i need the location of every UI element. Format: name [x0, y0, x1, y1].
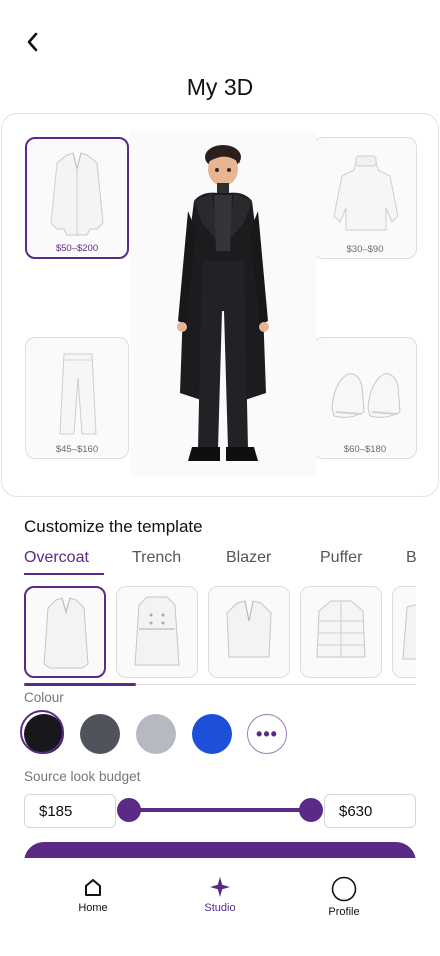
slot-price: $50–$200 [55, 243, 99, 254]
parka-variant-image [402, 604, 416, 660]
chevron-left-icon [27, 32, 38, 52]
tab-trench[interactable]: Trench [132, 549, 181, 567]
avatar-preview-card: $50–$200 $30–$90 $45–$160 $60–$180 [1, 113, 439, 497]
budget-max-value: $630 [339, 802, 373, 820]
slot-overcoat[interactable]: $50–$200 [25, 137, 129, 259]
colour-label: Colour [24, 690, 64, 705]
avatar-figure [177, 145, 269, 461]
page-title: My 3D [186, 74, 254, 100]
tab-puffer[interactable]: Puffer [320, 549, 362, 567]
nav-studio-label: Studio [204, 902, 236, 914]
slot-sweater[interactable]: $30–$90 [313, 137, 417, 259]
tab-overcoat[interactable]: Overcoat [24, 549, 89, 567]
nav-home-label: Home [78, 902, 108, 914]
back-button[interactable] [18, 28, 46, 56]
swatch-blue[interactable] [192, 714, 232, 754]
variant-parka[interactable] [392, 586, 416, 678]
nav-studio[interactable]: Studio [180, 876, 260, 914]
variant-overcoat[interactable] [24, 586, 106, 678]
nav-profile-label: Profile [328, 906, 360, 918]
carousel-scroll-thumb[interactable] [24, 683, 136, 686]
trench-variant-image [134, 596, 180, 666]
nav-home[interactable]: Home [53, 876, 133, 914]
more-icon: ••• [256, 723, 278, 744]
sweater-image [333, 155, 399, 231]
variant-blazer[interactable] [208, 586, 290, 678]
slot-price: $45–$160 [55, 444, 99, 455]
budget-label: Source look budget [24, 769, 141, 784]
slot-price: $60–$180 [343, 444, 387, 455]
budget-slider-track[interactable] [129, 808, 311, 812]
variant-puffer[interactable] [300, 586, 382, 678]
home-icon [85, 879, 101, 896]
loafers-image [331, 373, 401, 418]
tab-blazer[interactable]: Blazer [226, 549, 271, 567]
budget-max-input[interactable]: $630 [324, 794, 416, 828]
overcoat-variant-image [43, 597, 89, 669]
overcoat-image [50, 152, 104, 236]
slot-loafers[interactable]: $60–$180 [313, 337, 417, 459]
budget-min-value: $185 [39, 802, 73, 820]
sparkle-icon [210, 877, 230, 897]
slot-trousers[interactable]: $45–$160 [25, 337, 129, 459]
swatch-silver[interactable] [136, 714, 176, 754]
nav-profile[interactable]: Profile [304, 876, 384, 918]
more-colours-button[interactable]: ••• [247, 714, 287, 754]
profile-icon [331, 876, 357, 902]
variant-trench[interactable] [116, 586, 198, 678]
active-tab-indicator [24, 573, 104, 575]
variant-carousel [24, 586, 416, 678]
category-tabs: Overcoat Trench Blazer Puffer B [24, 549, 416, 575]
swatch-charcoal[interactable] [80, 714, 120, 754]
slot-price: $30–$90 [346, 244, 384, 255]
budget-slider-max-thumb[interactable] [299, 798, 323, 822]
customize-title: Customize the template [24, 517, 203, 536]
tab-partial[interactable]: B [406, 549, 416, 567]
blazer-variant-image [226, 600, 272, 658]
budget-min-input[interactable]: $185 [24, 794, 116, 828]
trousers-image [59, 353, 97, 435]
avatar-3d-model[interactable] [130, 131, 316, 476]
bottom-navigation: Home Studio Profile [0, 858, 440, 956]
swatch-black[interactable] [20, 710, 64, 754]
puffer-variant-image [316, 600, 366, 658]
budget-slider-min-thumb[interactable] [117, 798, 141, 822]
